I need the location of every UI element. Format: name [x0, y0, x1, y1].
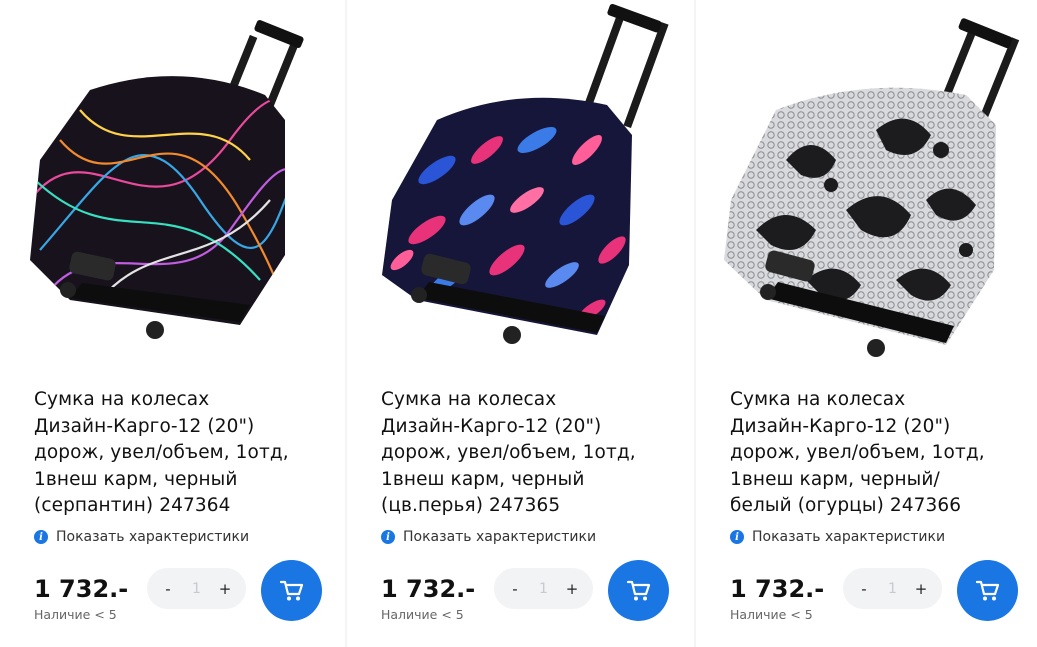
stock-status: Наличие < 5	[34, 607, 117, 622]
product-title[interactable]: Сумка на колесах Дизайн-Карго-12 (20") д…	[730, 387, 1020, 520]
quantity-stepper: - 1 +	[494, 568, 593, 609]
add-to-cart-button[interactable]	[261, 560, 322, 621]
product-image[interactable]	[0, 0, 345, 372]
cart-icon	[975, 580, 999, 600]
quantity-stepper: - 1 +	[843, 568, 942, 609]
show-specs-link[interactable]: i Показать характеристики	[730, 529, 945, 545]
show-specs-link[interactable]: i Показать характеристики	[381, 529, 596, 545]
product-image[interactable]	[347, 0, 694, 372]
product-price: 1 732.-	[34, 575, 129, 603]
info-icon: i	[730, 530, 744, 544]
product-grid: Сумка на колесах Дизайн-Карго-12 (20") д…	[0, 0, 1037, 647]
add-to-cart-button[interactable]	[957, 560, 1018, 621]
quantity-input[interactable]: 1	[192, 581, 201, 597]
increase-button[interactable]: +	[914, 580, 928, 598]
cart-icon	[626, 580, 650, 600]
decrease-button[interactable]: -	[161, 580, 175, 598]
decrease-button[interactable]: -	[857, 580, 871, 598]
quantity-stepper: - 1 +	[147, 568, 246, 609]
quantity-input[interactable]: 1	[539, 581, 548, 597]
product-card: Сумка на колесах Дизайн-Карго-12 (20") д…	[0, 0, 345, 647]
product-title[interactable]: Сумка на колесах Дизайн-Карго-12 (20") д…	[34, 387, 324, 520]
show-specs-label: Показать характеристики	[56, 529, 250, 545]
stock-status: Наличие < 5	[381, 607, 464, 622]
quantity-input[interactable]: 1	[888, 581, 897, 597]
info-icon: i	[34, 530, 48, 544]
product-price: 1 732.-	[381, 575, 476, 603]
show-specs-label: Показать характеристики	[752, 529, 946, 545]
product-title[interactable]: Сумка на колесах Дизайн-Карго-12 (20") д…	[381, 387, 671, 520]
show-specs-link[interactable]: i Показать характеристики	[34, 529, 249, 545]
product-card: Сумка на колесах Дизайн-Карго-12 (20") д…	[696, 0, 1037, 647]
stock-status: Наличие < 5	[730, 607, 813, 622]
cart-icon	[279, 580, 303, 600]
add-to-cart-button[interactable]	[608, 560, 669, 621]
product-image[interactable]	[696, 0, 1037, 372]
product-card: Сумка на колесах Дизайн-Карго-12 (20") д…	[347, 0, 694, 647]
increase-button[interactable]: +	[218, 580, 232, 598]
info-icon: i	[381, 530, 395, 544]
show-specs-label: Показать характеристики	[403, 529, 597, 545]
product-price: 1 732.-	[730, 575, 825, 603]
increase-button[interactable]: +	[565, 580, 579, 598]
decrease-button[interactable]: -	[508, 580, 522, 598]
